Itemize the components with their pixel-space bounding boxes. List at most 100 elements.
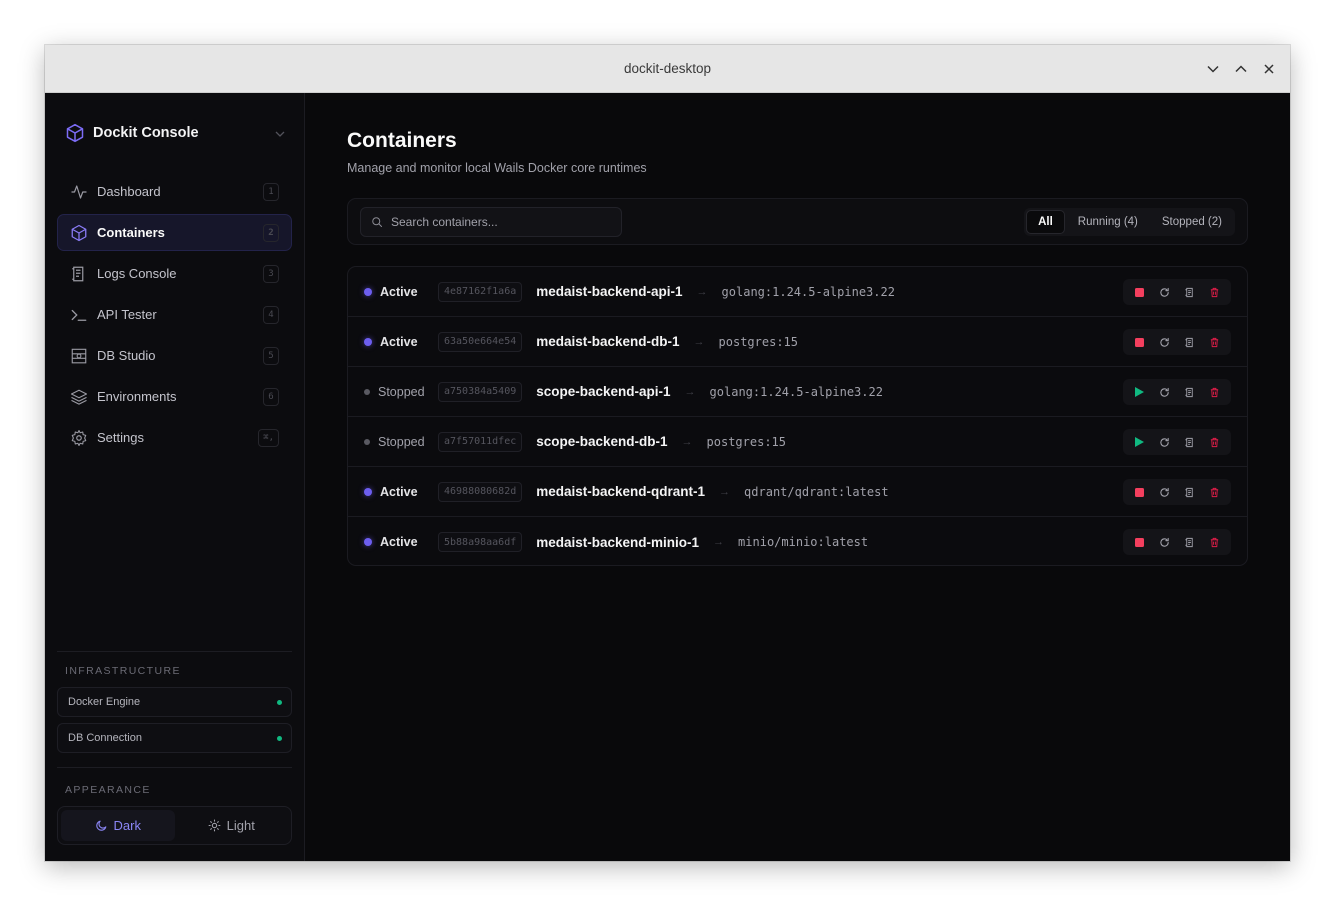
status-dot [364, 287, 372, 296]
arrow-right-icon: → [713, 536, 725, 548]
row-actions [1123, 479, 1231, 505]
delete-button[interactable] [1205, 482, 1225, 502]
container-row[interactable]: Active 4e87162f1a6a medaist-backend-api-… [348, 267, 1247, 317]
container-name: medaist-backend-qdrant-1 [536, 484, 706, 499]
logs-button[interactable] [1180, 332, 1200, 352]
sidebar-item-api-tester[interactable]: API Tester 4 [57, 296, 292, 333]
trash-icon [1210, 387, 1219, 397]
restart-button[interactable] [1155, 482, 1175, 502]
filter-running[interactable]: Running (4) [1067, 210, 1149, 234]
container-name: medaist-backend-minio-1 [536, 534, 700, 550]
container-row[interactable]: Stopped a7f57011dfec scope-backend-db-1 … [348, 417, 1247, 467]
restart-button[interactable] [1155, 432, 1175, 452]
status-dot [364, 538, 372, 546]
main-content: Containers Manage and monitor local Wail… [306, 93, 1290, 861]
sidebar-item-logs-console[interactable]: Logs Console 3 [57, 255, 292, 292]
restart-icon [1160, 287, 1169, 297]
stop-button[interactable] [1130, 532, 1150, 552]
row-actions [1123, 329, 1231, 355]
sidebar-item-containers[interactable]: Containers 2 [57, 214, 292, 251]
logs-button[interactable] [1180, 382, 1200, 402]
maximize-button[interactable] [1232, 59, 1250, 79]
delete-button[interactable] [1205, 332, 1225, 352]
container-image: golang:1.24.5-alpine3.22 [721, 284, 895, 299]
restart-button[interactable] [1155, 532, 1175, 552]
status-label: Active [380, 284, 418, 299]
infra-item-docker-engine[interactable]: Docker Engine [57, 687, 292, 717]
sidebar-item-settings[interactable]: Settings ⌘, [57, 419, 292, 456]
dark-theme-button[interactable]: Dark [61, 810, 175, 841]
search-box [360, 207, 622, 237]
status-dot [277, 736, 282, 741]
delete-button[interactable] [1205, 532, 1225, 552]
restart-button[interactable] [1155, 332, 1175, 352]
start-button[interactable] [1130, 382, 1150, 402]
shortcut-badge: 3 [263, 265, 279, 283]
restart-button[interactable] [1155, 382, 1175, 402]
terminal-icon [70, 306, 88, 324]
sidebar-item-dashboard[interactable]: Dashboard 1 [57, 173, 292, 210]
workspace-switcher[interactable]: Dockit Console [65, 121, 285, 145]
trash-icon [1210, 537, 1219, 547]
sidebar-item-label: API Tester [97, 307, 157, 322]
logs-button[interactable] [1180, 532, 1200, 552]
delete-button[interactable] [1205, 282, 1225, 302]
sidebar-item-label: Dashboard [97, 184, 161, 199]
sidebar-item-db-studio[interactable]: DB Studio 5 [57, 337, 292, 374]
search-input[interactable] [391, 215, 611, 229]
container-name: scope-backend-db-1 [536, 434, 668, 449]
logs-icon [1185, 287, 1193, 297]
sun-icon [208, 819, 221, 832]
delete-button[interactable] [1205, 382, 1225, 402]
app-window: dockit-desktop Dockit Console Dashboard … [45, 45, 1290, 861]
restart-button[interactable] [1155, 282, 1175, 302]
chevron-down-icon [1207, 65, 1219, 73]
arrow-right-icon: → [693, 335, 705, 348]
stop-icon [1135, 537, 1144, 547]
logs-button[interactable] [1180, 282, 1200, 302]
container-name: medaist-backend-api-1 [536, 284, 683, 299]
arrow-right-icon: → [684, 385, 696, 398]
stop-icon [1135, 337, 1144, 347]
start-button[interactable] [1130, 432, 1150, 452]
status-badge: Stopped [348, 435, 438, 449]
minimize-button[interactable] [1204, 59, 1222, 79]
container-row[interactable]: Active 5b88a98aa6df medaist-backend-mini… [348, 517, 1247, 565]
container-row[interactable]: Active 46988080682d medaist-backend-qdra… [348, 467, 1247, 517]
stop-button[interactable] [1130, 482, 1150, 502]
status-badge: Stopped [348, 385, 438, 399]
status-dot [364, 337, 372, 346]
container-row[interactable]: Stopped a750384a5409 scope-backend-api-1… [348, 367, 1247, 417]
layers-icon [70, 388, 88, 406]
light-theme-button[interactable]: Light [175, 810, 289, 841]
container-image: postgres:15 [718, 334, 799, 349]
container-row[interactable]: Active 63a50e664e54 medaist-backend-db-1… [348, 317, 1247, 367]
shortcut-badge: 1 [263, 183, 279, 201]
stop-button[interactable] [1130, 282, 1150, 302]
logs-icon [1185, 437, 1193, 447]
page-subtitle: Manage and monitor local Wails Docker co… [347, 161, 647, 175]
chevron-up-icon [1235, 65, 1247, 73]
logs-button[interactable] [1180, 432, 1200, 452]
filter-all[interactable]: All [1026, 210, 1065, 234]
logs-icon [1185, 487, 1193, 497]
filter-stopped[interactable]: Stopped (2) [1151, 210, 1233, 234]
close-button[interactable] [1260, 59, 1278, 79]
logs-button[interactable] [1180, 482, 1200, 502]
sidebar-item-label: Logs Console [97, 266, 177, 281]
sidebar-item-label: Settings [97, 430, 144, 445]
delete-button[interactable] [1205, 432, 1225, 452]
arrow-right-icon: → [719, 485, 731, 498]
gear-icon [70, 429, 88, 447]
sidebar-item-environments[interactable]: Environments 6 [57, 378, 292, 415]
shortcut-badge: 5 [263, 347, 279, 365]
infra-item-db-connection[interactable]: DB Connection [57, 723, 292, 753]
container-image: postgres:15 [706, 434, 787, 449]
restart-icon [1160, 437, 1169, 447]
status-dot [364, 438, 370, 445]
status-label: Active [380, 535, 418, 549]
stop-button[interactable] [1130, 332, 1150, 352]
light-theme-label: Light [226, 818, 255, 833]
restart-icon [1160, 337, 1169, 347]
status-dot [364, 388, 370, 395]
